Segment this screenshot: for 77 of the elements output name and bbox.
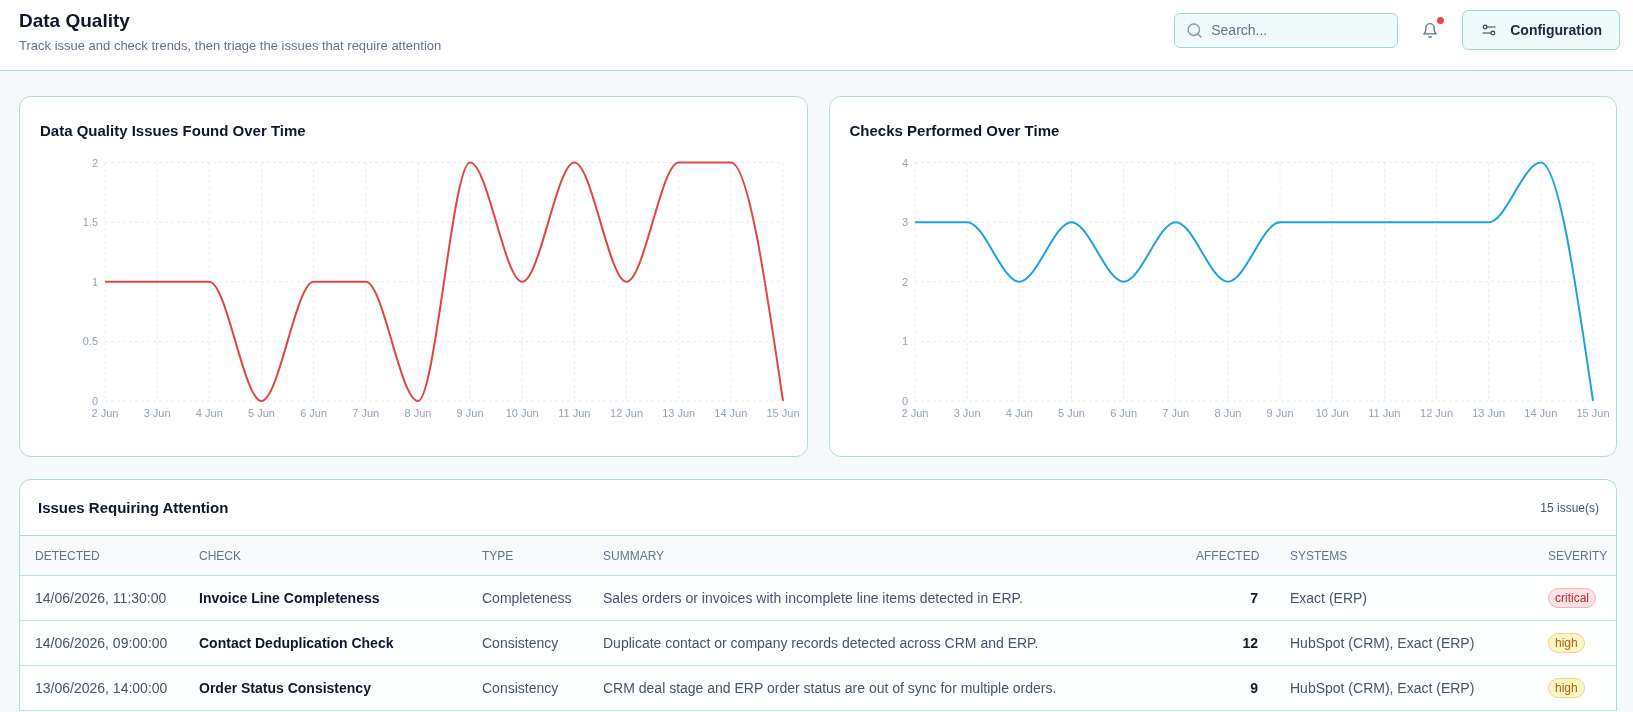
page-subtitle: Track issue and check trends, then triage the issues that require attention: [19, 37, 442, 55]
sliders-icon: [1482, 24, 1497, 36]
axis-label: 2 Jun: [901, 407, 928, 419]
axis-label: 0: [901, 395, 908, 407]
detected-time: 14/06/2026, 11:30:00: [34, 590, 168, 606]
axis-label: 10 Jun: [1315, 407, 1349, 419]
chart-title: Data Quality Issues Found Over Time: [39, 121, 307, 141]
axis-label: 15 Jun: [766, 407, 800, 419]
search-field[interactable]: Search...: [1174, 12, 1399, 48]
issue-type: Consistency: [481, 680, 560, 696]
axis-label: 4 Jun: [1005, 407, 1033, 419]
detected-time: 13/06/2026, 14:00:00: [34, 680, 169, 696]
axis-label: 2: [901, 275, 908, 288]
axis-label: 3: [901, 216, 908, 229]
axis-label: 11 Jun: [1367, 407, 1400, 419]
axis-label: 5 Jun: [1057, 407, 1085, 419]
axis-label: 12 Jun: [1419, 407, 1453, 419]
axis-label: 0.5: [82, 335, 98, 348]
axis-label: 1: [901, 335, 908, 348]
configuration-button[interactable]: Configuration: [1462, 10, 1620, 50]
axis-label: 8 Jun: [404, 407, 432, 419]
axis-label: 10 Jun: [505, 407, 539, 419]
affected-count: 9: [1249, 680, 1259, 696]
axis-label: 1.5: [82, 216, 98, 229]
axis-label: 15 Jun: [1576, 407, 1609, 419]
column-header: SUMMARY: [602, 548, 666, 563]
severity-badge: high: [1548, 633, 1585, 653]
axis-label: 2: [91, 156, 98, 169]
issue-summary: CRM deal stage and ERP order status are out of sync for multiple orders.: [602, 680, 1058, 696]
column-header: CHECK: [198, 548, 242, 563]
affected-count: 7: [1249, 590, 1259, 606]
axis-label: 14 Jun: [714, 407, 748, 419]
chart-title: Checks Performed Over Time: [848, 121, 1061, 141]
issue-count: 15 issue(s): [1540, 500, 1599, 515]
axis-label: 6 Jun: [1109, 407, 1137, 419]
axis-label: 9 Jun: [1266, 407, 1294, 419]
axis-label: 11 Jun: [558, 407, 591, 419]
issue-type: Consistency: [481, 635, 560, 651]
axis-label: 13 Jun: [1471, 407, 1505, 419]
axis-label: 6 Jun: [300, 407, 328, 419]
axis-label: 14 Jun: [1523, 407, 1557, 419]
check-name: Order Status Consistency: [198, 680, 372, 696]
severity-badge: critical: [1548, 588, 1596, 608]
axis-label: 13 Jun: [662, 407, 696, 419]
column-header: TYPE: [481, 548, 515, 563]
systems-list: HubSpot (CRM), Exact (ERP): [1274, 680, 1532, 696]
section-title: Issues Requiring Attention: [38, 497, 229, 518]
axis-label: 7 Jun: [352, 407, 380, 419]
axis-label: 4 Jun: [195, 407, 223, 419]
issue-type: Completeness: [481, 590, 573, 606]
axis-label: 3 Jun: [953, 407, 981, 419]
axis-label: 9 Jun: [456, 407, 484, 419]
axis-label: 2 Jun: [91, 407, 119, 419]
column-header: SEVERITY: [1547, 548, 1609, 563]
issue-summary: Sales orders or invoices with incomplete line items detected in ERP.: [602, 590, 1024, 606]
check-name: Contact Deduplication Check: [198, 635, 395, 651]
axis-label: 5 Jun: [248, 407, 275, 419]
axis-label: 1: [91, 275, 98, 288]
axis-label: 8 Jun: [1213, 407, 1241, 419]
affected-count: 12: [1241, 635, 1259, 651]
systems-list: HubSpot (CRM), Exact (ERP): [1274, 635, 1532, 651]
column-header: DETECTED: [34, 548, 101, 563]
severity-badge: high: [1548, 678, 1585, 698]
axis-label: 0: [91, 395, 98, 407]
axis-label: 12 Jun: [610, 407, 644, 419]
issue-summary: Duplicate contact or company records detected across CRM and ERP.: [602, 635, 1040, 651]
check-name: Invoice Line Completeness: [198, 590, 381, 606]
detected-time: 14/06/2026, 09:00:00: [34, 635, 169, 651]
axis-label: 4: [901, 156, 908, 169]
systems-list: Exact (ERP): [1274, 590, 1532, 606]
axis-label: 3 Jun: [143, 407, 171, 419]
column-header: SYSTEMS: [1289, 548, 1349, 563]
page-title: Data Quality: [19, 9, 131, 33]
column-header: AFFECTED: [1195, 548, 1261, 563]
bell-icon[interactable]: [1423, 22, 1438, 38]
axis-label: 7 Jun: [1161, 407, 1189, 419]
search-icon: [1187, 22, 1203, 38]
